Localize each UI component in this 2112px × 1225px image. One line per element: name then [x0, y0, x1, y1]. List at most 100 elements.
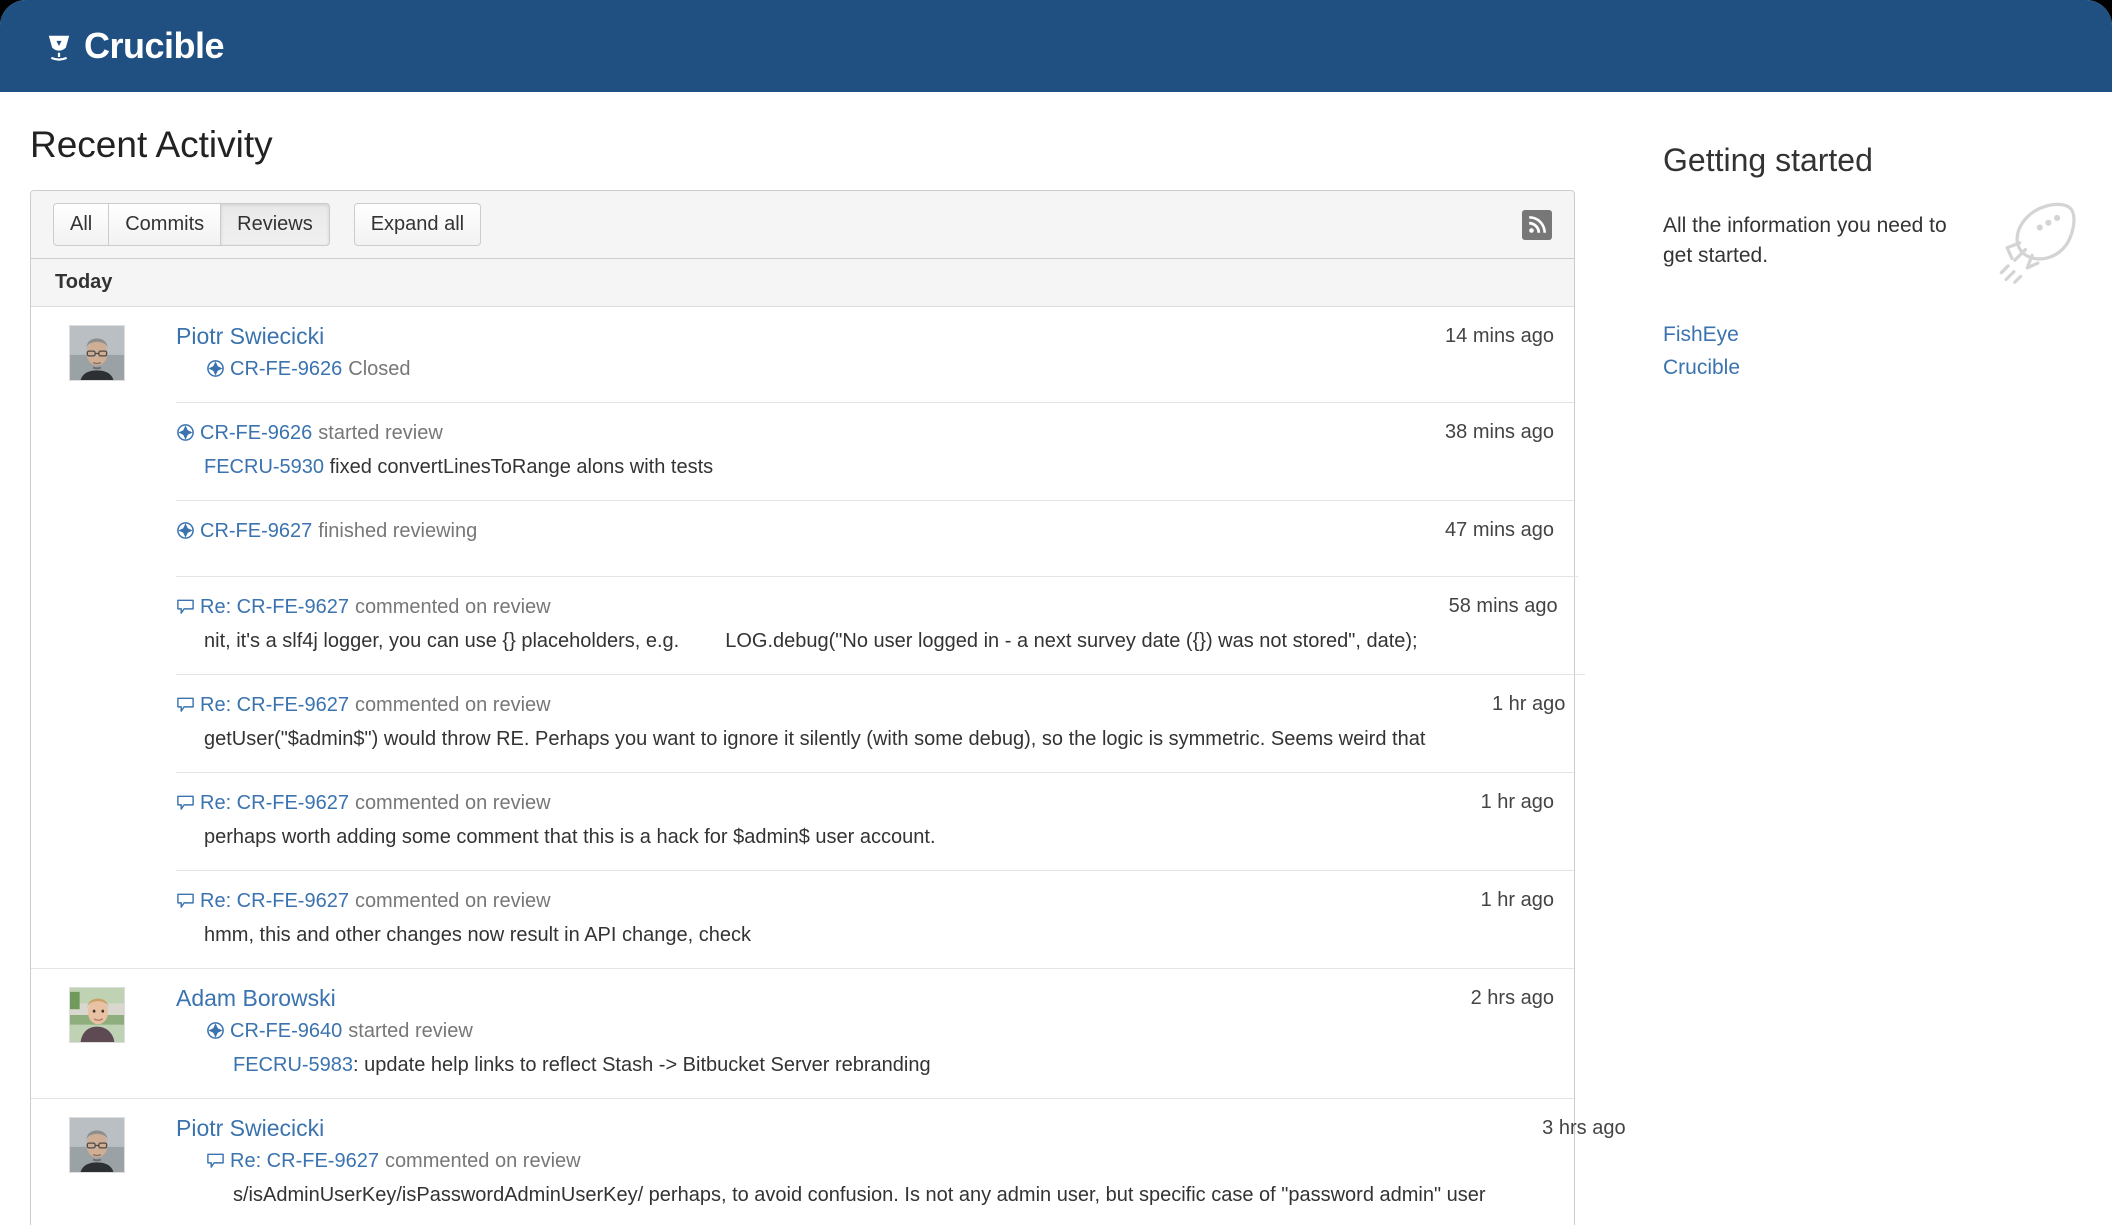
avatar-cell	[31, 500, 176, 576]
activity-detail-text: perhaps worth adding some comment that t…	[204, 826, 936, 848]
activity-item-key[interactable]: Re: CR-FE-9627	[200, 789, 349, 818]
review-target-icon	[206, 1020, 225, 1049]
app-header: Crucible	[0, 0, 2112, 92]
activity-body: Adam Borowski CR-FE-9640 started review …	[176, 985, 1414, 1080]
activity-timestamp: 14 mins ago	[1445, 325, 1554, 347]
activity-content: Piotr Swiecicki Re: CR-FE-9627 commented…	[176, 1099, 1646, 1225]
activity-timestamp: 58 mins ago	[1448, 595, 1558, 617]
sidebar: Getting started All the information you …	[1575, 92, 2082, 1225]
avatar-image	[69, 325, 125, 381]
getting-started-description: All the information you need to get star…	[1663, 214, 1947, 268]
review-target-icon	[176, 520, 195, 549]
activity-item-verb: started review	[348, 1020, 473, 1042]
activity-row: Re: CR-FE-9627 commented on review hmm, …	[31, 870, 1574, 968]
activity-body: Re: CR-FE-9627 commented on review getUs…	[176, 691, 1425, 754]
activity-author: Piotr Swiecicki	[176, 1115, 1486, 1142]
activity-list: Piotr Swiecicki CR-FE-9626 Closed 14 min…	[31, 307, 1626, 1225]
avatar-cell	[31, 870, 176, 968]
filter-button-all[interactable]: All	[53, 203, 109, 246]
activity-item-key[interactable]: CR-FE-9626	[230, 355, 342, 384]
activity-detail-key[interactable]: FECRU-5983	[233, 1054, 353, 1076]
author-link[interactable]: Piotr Swiecicki	[176, 1115, 324, 1141]
filter-button-commits[interactable]: Commits	[108, 203, 221, 246]
activity-detail-line: hmm, this and other changes now result i…	[204, 921, 1414, 950]
activity-timestamp: 38 mins ago	[1445, 421, 1554, 443]
review-target-icon	[176, 422, 195, 451]
activity-detail-tail: LOG.debug("No user logged in - a next su…	[725, 630, 1418, 652]
activity-item-key[interactable]: Re: CR-FE-9627	[200, 887, 349, 916]
crucible-app-window: Crucible Recent Activity All Commits Rev…	[0, 0, 2112, 1225]
review-target-icon	[207, 360, 224, 377]
activity-item-key[interactable]: Re: CR-FE-9627	[230, 1147, 379, 1176]
activity-detail-key[interactable]: FECRU-5930	[204, 456, 324, 478]
activity-body: Re: CR-FE-9627 commented on review hmm, …	[176, 887, 1414, 950]
main-column: Recent Activity All Commits Reviews Expa…	[30, 92, 1626, 1225]
activity-group: Adam Borowski CR-FE-9640 started review …	[31, 968, 1574, 1098]
page-title: Recent Activity	[30, 124, 273, 165]
avatar-image	[69, 987, 125, 1043]
crucible-logo-text: Crucible	[84, 25, 225, 66]
crucible-logo[interactable]: Crucible	[42, 25, 225, 66]
link-fisheye[interactable]: FishEye	[1663, 319, 2082, 352]
avatar-image	[69, 1117, 125, 1173]
activity-timestamp: 2 hrs ago	[1470, 987, 1554, 1009]
avatar[interactable]	[69, 1117, 176, 1173]
review-target-icon	[207, 1022, 224, 1039]
activity-item-line: Re: CR-FE-9627 commented on review	[176, 789, 1414, 818]
comment-bubble-icon	[176, 890, 195, 919]
activity-item-verb: Closed	[348, 358, 411, 380]
activity-detail-text: getUser("$admin$") would throw RE. Perha…	[204, 728, 1426, 750]
filter-button-reviews[interactable]: Reviews	[220, 203, 330, 246]
activity-item-verb: commented on review	[354, 792, 551, 814]
activity-item-key[interactable]: CR-FE-9626	[200, 419, 312, 448]
avatar[interactable]	[69, 325, 176, 381]
activity-body: Re: CR-FE-9627 commented on review perha…	[176, 789, 1414, 852]
activity-detail-line: nit, it's a slf4j logger, you can use {}…	[204, 627, 1418, 656]
activity-row: CR-FE-9626 started review FECRU-5930 fix…	[31, 402, 1574, 500]
activity-item-key[interactable]: Re: CR-FE-9627	[200, 593, 349, 622]
rss-feed-button[interactable]	[1522, 209, 1552, 240]
activity-item-line: Re: CR-FE-9627 commented on review	[176, 887, 1414, 916]
author-link[interactable]: Adam Borowski	[176, 985, 336, 1011]
getting-started-body: All the information you need to get star…	[1663, 202, 2082, 289]
activity-timestamp: 1 hr ago	[1480, 889, 1554, 911]
activity-item-key[interactable]: CR-FE-9640	[230, 1017, 342, 1046]
activity-content: Adam Borowski CR-FE-9640 started review …	[176, 969, 1574, 1098]
activity-content: Re: CR-FE-9627 commented on review perha…	[176, 772, 1574, 870]
getting-started-title: Getting started	[1663, 142, 1873, 178]
link-crucible[interactable]: Crucible	[1663, 352, 2082, 385]
comment-bubble-icon	[177, 893, 194, 908]
activity-timestamp: 1 hr ago	[1480, 791, 1554, 813]
activity-detail-line: FECRU-5930 fixed convertLinesToRange alo…	[204, 453, 1414, 482]
activity-item-verb: commented on review	[384, 1150, 581, 1172]
activity-content: CR-FE-9627 finished reviewing 47 mins ag…	[176, 500, 1574, 576]
activity-detail-line: FECRU-5983: update help links to reflect…	[233, 1051, 1414, 1080]
comment-bubble-icon	[176, 694, 195, 723]
comment-bubble-icon	[206, 1150, 225, 1179]
activity-item-key[interactable]: Re: CR-FE-9627	[200, 691, 349, 720]
avatar[interactable]	[69, 987, 176, 1043]
activity-body: Piotr Swiecicki Re: CR-FE-9627 commented…	[176, 1115, 1486, 1210]
author-link[interactable]: Piotr Swiecicki	[176, 323, 324, 349]
activity-item-line: Re: CR-FE-9627 commented on review	[176, 593, 1418, 622]
comment-bubble-icon	[176, 792, 195, 821]
activity-item-key[interactable]: CR-FE-9627	[200, 517, 312, 546]
activity-body: Piotr Swiecicki CR-FE-9626 Closed	[176, 323, 1414, 384]
activity-item-verb: commented on review	[354, 694, 551, 716]
crucible-logo-icon	[48, 35, 70, 61]
filter-button-group: All Commits Reviews	[53, 203, 330, 246]
activity-detail-text: hmm, this and other changes now result i…	[204, 924, 751, 946]
activity-detail-line: perhaps worth adding some comment that t…	[204, 823, 1414, 852]
activity-toolbar: All Commits Reviews Expand all	[31, 191, 1574, 259]
activity-item-line: Re: CR-FE-9627 commented on review	[206, 1147, 1486, 1176]
activity-detail-text: : update help links to reflect Stash -> …	[353, 1054, 931, 1076]
avatar-cell	[31, 576, 176, 674]
activity-content: Re: CR-FE-9627 commented on review hmm, …	[176, 870, 1574, 968]
activity-item-verb: commented on review	[354, 596, 551, 618]
activity-timestamp: 1 hr ago	[1492, 693, 1566, 715]
expand-all-button[interactable]: Expand all	[353, 203, 482, 246]
rocket-icon	[1999, 202, 2076, 284]
activity-row: Re: CR-FE-9627 commented on review getUs…	[31, 674, 1586, 772]
comment-bubble-icon	[177, 697, 194, 712]
comment-bubble-icon	[177, 599, 194, 614]
